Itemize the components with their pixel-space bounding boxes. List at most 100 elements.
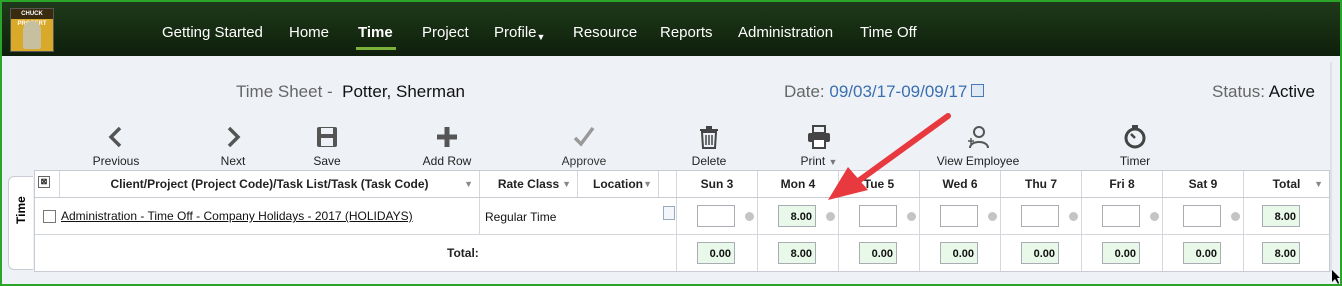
day-header: Wed 6 xyxy=(920,171,1001,197)
day-total: 0.00 xyxy=(859,242,897,264)
nav-profile[interactable]: Profile▼ xyxy=(494,24,545,43)
comment-dot-icon[interactable] xyxy=(1069,212,1078,221)
checkmark-icon xyxy=(573,126,595,147)
day-header: Sat 9 xyxy=(1163,171,1244,197)
active-nav-underline xyxy=(356,47,396,50)
nav-time[interactable]: Time xyxy=(358,24,393,42)
grid-options-icon[interactable]: ⊠ xyxy=(38,176,50,188)
nav-administration[interactable]: Administration xyxy=(738,24,833,42)
day-total: 0.00 xyxy=(697,242,735,264)
tab-time[interactable]: Time xyxy=(8,176,33,270)
next-label: Next xyxy=(220,154,246,168)
row-checkbox[interactable] xyxy=(43,210,56,223)
hours-input-sun[interactable] xyxy=(697,205,735,227)
total-header[interactable]: Total ▼ xyxy=(1244,171,1329,197)
comment-dot-icon[interactable] xyxy=(745,212,754,221)
caret-down-icon: ▼ xyxy=(828,157,838,167)
chevron-right-icon xyxy=(227,126,241,148)
save-button[interactable]: Save xyxy=(272,124,382,168)
timer-button[interactable]: Timer xyxy=(1080,124,1190,168)
date-label: Date: xyxy=(784,82,825,101)
nav-home[interactable]: Home xyxy=(289,24,329,42)
timer-label: Timer xyxy=(1119,154,1151,168)
status-label: Status: xyxy=(1212,82,1265,101)
approve-button[interactable]: Approve xyxy=(529,124,639,168)
totals-label: Total: xyxy=(447,246,479,260)
comment-dot-icon[interactable] xyxy=(1231,212,1240,221)
calendar-icon[interactable] xyxy=(971,84,985,97)
previous-button[interactable]: Previous xyxy=(61,124,171,168)
nav-time-off[interactable]: Time Off xyxy=(860,24,917,42)
hours-input-mon[interactable]: 8.00 xyxy=(778,205,816,227)
grid-header: ⊠ Client/Project (Project Code)/Task Lis… xyxy=(35,171,1329,198)
timesheet-label: Time Sheet - xyxy=(236,82,333,101)
nav-profile-label: Profile xyxy=(494,24,537,41)
trash-icon xyxy=(700,126,718,149)
printer-icon xyxy=(808,125,830,149)
day-total: 0.00 xyxy=(1021,242,1059,264)
logo-text: CHUCK PROPERT xyxy=(11,9,53,27)
date-range-value[interactable]: 09/03/17-09/09/17 xyxy=(829,82,967,101)
delete-button[interactable]: Delete xyxy=(654,124,764,168)
totals-row: Total: 0.00 8.00 0.00 0.00 0.00 0.00 0.0… xyxy=(35,235,1329,271)
status: Status: Active xyxy=(1212,82,1315,102)
nav-reports[interactable]: Reports xyxy=(660,24,713,42)
day-total: 0.00 xyxy=(940,242,978,264)
print-label: Print xyxy=(800,154,826,168)
filter-icon[interactable]: ▼ xyxy=(1314,171,1323,197)
note-icon[interactable] xyxy=(663,206,675,220)
add-row-button[interactable]: Add Row xyxy=(392,124,502,168)
previous-label: Previous xyxy=(92,154,140,168)
rate-class-header[interactable]: Rate Class ▼ xyxy=(480,171,578,197)
app-frame: CHUCK PROPERT Getting Started Home Time … xyxy=(0,0,1342,286)
hours-input-sat[interactable] xyxy=(1183,205,1221,227)
plus-icon xyxy=(437,127,457,147)
grand-total: 8.00 xyxy=(1262,242,1300,264)
day-total: 0.00 xyxy=(1183,242,1221,264)
task-column-header[interactable]: Client/Project (Project Code)/Task List/… xyxy=(60,171,480,197)
hours-input-fri[interactable] xyxy=(1102,205,1140,227)
stopwatch-icon xyxy=(1124,125,1146,149)
comment-dot-icon[interactable] xyxy=(826,212,835,221)
floppy-disk-icon xyxy=(317,127,337,147)
rate-class-header-label: Rate Class xyxy=(497,177,560,191)
add-row-label: Add Row xyxy=(422,154,472,168)
filter-icon[interactable]: ▼ xyxy=(464,171,473,197)
select-all-header[interactable]: ⊠ xyxy=(35,171,60,197)
hours-input-thu[interactable] xyxy=(1021,205,1059,227)
company-logo[interactable]: CHUCK PROPERT xyxy=(10,8,54,52)
scrollbar[interactable] xyxy=(1324,62,1338,282)
filter-icon[interactable]: ▼ xyxy=(643,171,652,197)
view-employee-button[interactable]: View Employee xyxy=(923,124,1033,168)
status-value: Active xyxy=(1268,82,1316,101)
filter-icon[interactable]: ▼ xyxy=(562,171,571,197)
employee-name: Potter, Sherman xyxy=(342,82,465,101)
nav-project[interactable]: Project xyxy=(422,24,469,42)
comment-dot-icon[interactable] xyxy=(988,212,997,221)
comment-dot-icon[interactable] xyxy=(1150,212,1159,221)
day-header: Sun 3 xyxy=(677,171,758,197)
task-header-label: Client/Project (Project Code)/Task List/… xyxy=(110,177,429,191)
day-header: Thu 7 xyxy=(1001,171,1082,197)
approve-label: Approve xyxy=(561,154,607,168)
location-header[interactable]: Location ▼ xyxy=(578,171,659,197)
user-icon xyxy=(968,126,989,149)
note-column-header xyxy=(659,171,677,197)
scrollbar-track-icon xyxy=(1330,62,1332,272)
nav-getting-started[interactable]: Getting Started xyxy=(162,24,263,42)
hours-input-wed[interactable] xyxy=(940,205,978,227)
chevron-left-icon xyxy=(108,126,122,148)
task-link[interactable]: Administration - Time Off - Company Holi… xyxy=(61,209,413,223)
comment-dot-icon[interactable] xyxy=(907,212,916,221)
top-nav: CHUCK PROPERT Getting Started Home Time … xyxy=(2,2,1340,56)
print-button[interactable]: Print ▼ xyxy=(764,124,874,168)
timesheet-grid: ⊠ Client/Project (Project Code)/Task Lis… xyxy=(34,170,1330,272)
hours-input-tue[interactable] xyxy=(859,205,897,227)
view-employee-label: View Employee xyxy=(936,154,1020,168)
delete-label: Delete xyxy=(691,154,727,168)
day-header: Fri 8 xyxy=(1082,171,1163,197)
row-total: 8.00 xyxy=(1262,205,1300,227)
day-total: 8.00 xyxy=(778,242,816,264)
nav-resource[interactable]: Resource xyxy=(573,24,637,42)
total-header-label: Total xyxy=(1272,177,1301,191)
